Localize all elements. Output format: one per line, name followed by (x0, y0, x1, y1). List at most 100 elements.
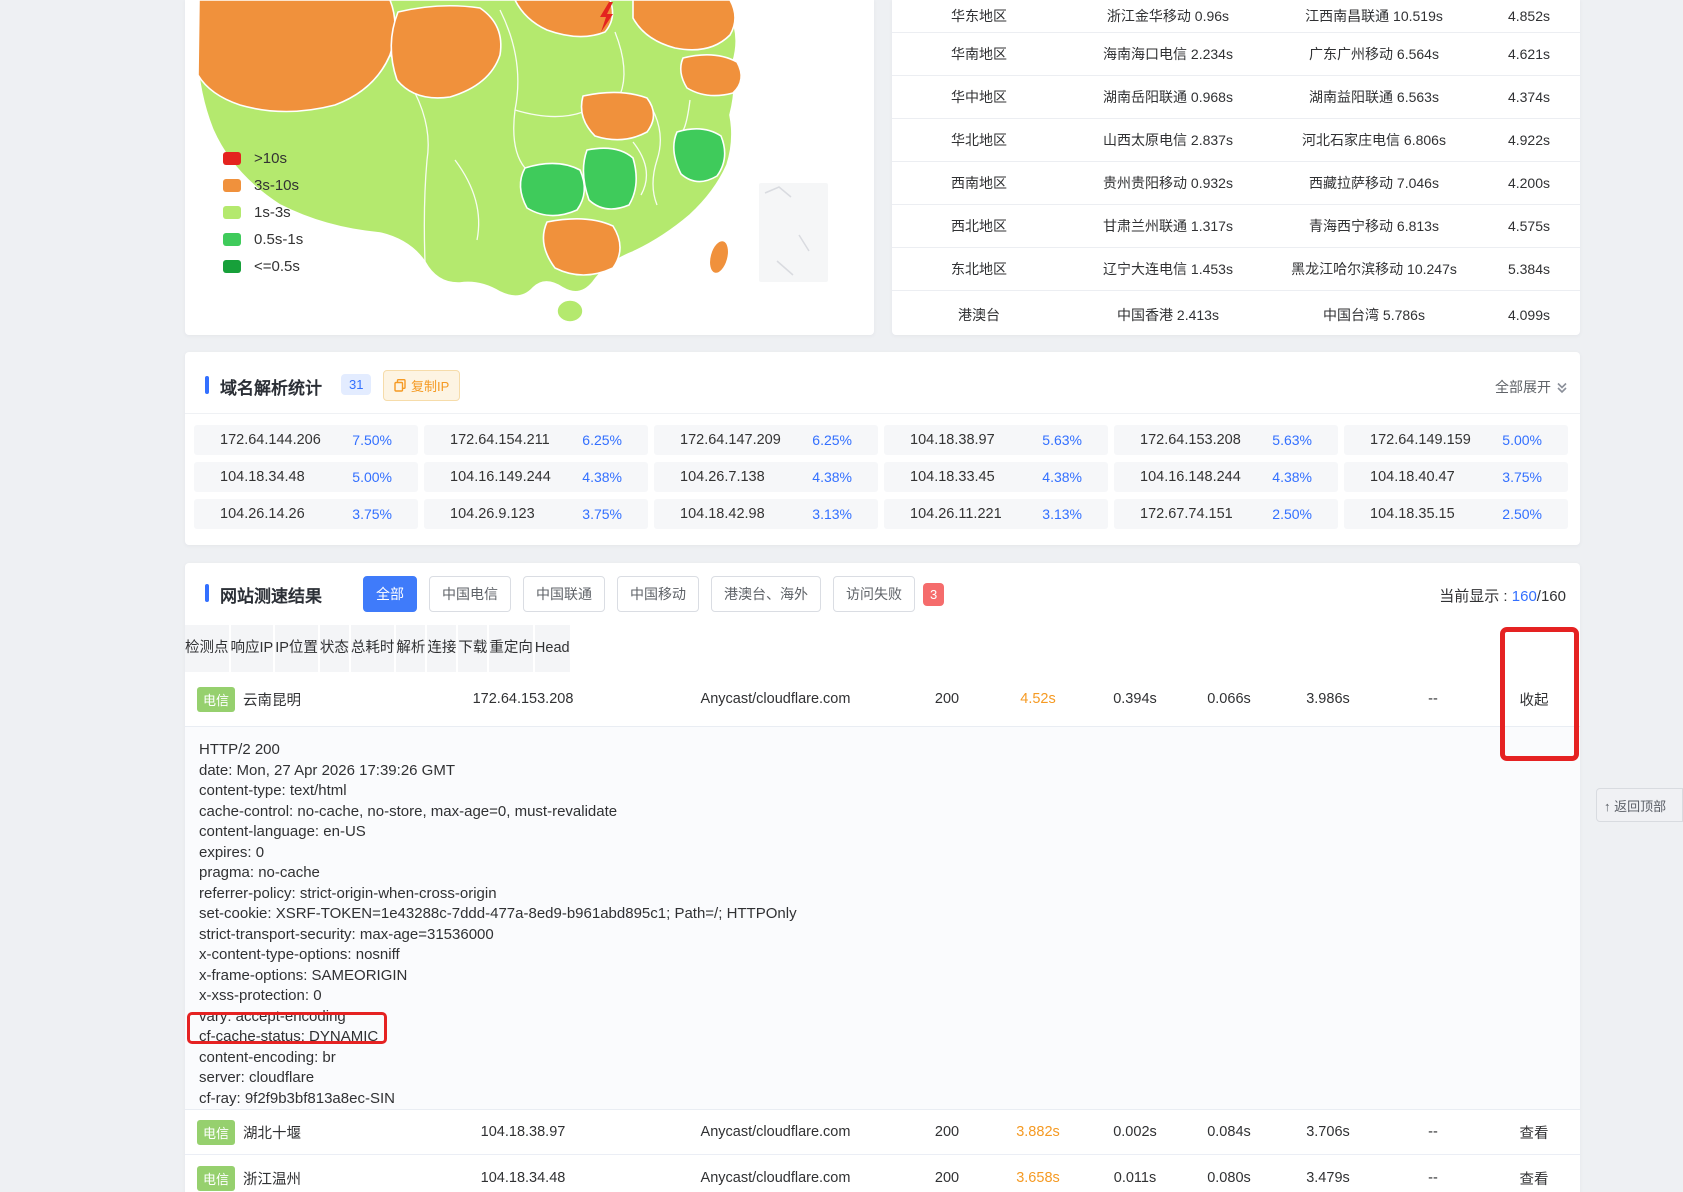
resolved-ip-cell[interactable]: 172.64.154.211 6.25% (424, 425, 648, 455)
http-header-line: vary: accept-encoding (199, 1007, 1580, 1028)
legend-color-chip (223, 233, 241, 246)
ip-address: 104.18.40.47 (1370, 469, 1455, 485)
response-ip: 104.18.34.48 (403, 1170, 643, 1186)
ip-percentage: 4.38% (812, 469, 852, 485)
region-row: 华东地区 浙江金华移动 0.96s 江西南昌联通 10.519s 4.852s (892, 0, 1580, 33)
isp-badge: 电信 (197, 1166, 235, 1191)
region-slowest: 广东广州移动 6.564s (1270, 44, 1478, 64)
ip-address: 104.26.11.221 (910, 506, 1002, 522)
region-row: 东北地区 辽宁大连电信 1.453s 黑龙江哈尔滨移动 10.247s 5.38… (892, 248, 1580, 291)
resolved-ip-cell[interactable]: 104.26.7.138 4.38% (654, 462, 878, 492)
ip-address: 104.18.33.45 (910, 469, 995, 485)
ip-address: 104.16.149.244 (450, 469, 551, 485)
http-header-line: strict-transport-security: max-age=31536… (199, 925, 1580, 946)
head-view-link[interactable]: 查看 (1488, 1122, 1580, 1143)
resolved-ip-cell[interactable]: 104.26.11.221 3.13% (884, 499, 1108, 529)
http-header-line: cf-ray: 9f2f9b3bf813a8ec-SIN (199, 1089, 1580, 1110)
legend-color-chip (223, 152, 241, 165)
legend-label: >10s (254, 150, 287, 167)
isp-badge: 电信 (197, 1120, 235, 1145)
ip-address: 172.64.153.208 (1140, 432, 1241, 448)
ip-address: 104.18.42.98 (680, 506, 765, 522)
double-chevron-down-icon (1556, 381, 1568, 394)
region-name: 华南地区 (892, 44, 1066, 64)
resolved-ip-cell[interactable]: 172.64.153.208 5.63% (1114, 425, 1338, 455)
tab-china-telecom[interactable]: 中国电信 (429, 576, 511, 612)
divider (185, 413, 1580, 414)
region-name: 港澳台 (892, 305, 1066, 325)
legend-color-chip (223, 179, 241, 192)
http-header-line: set-cookie: XSRF-TOKEN=1e43288c-7ddd-477… (199, 904, 1580, 925)
download-time: 3.706s (1278, 1124, 1378, 1140)
ip-address: 104.16.148.244 (1140, 469, 1241, 485)
ip-percentage: 3.75% (582, 506, 622, 522)
legend-label: 1s-3s (254, 204, 291, 221)
region-average: 4.922s (1478, 132, 1580, 148)
http-header-line: cf-cache-status: DYNAMIC (199, 1027, 1580, 1048)
resolved-ip-cell[interactable]: 104.16.149.244 4.38% (424, 462, 648, 492)
region-slowest: 青海西宁移动 6.813s (1270, 216, 1478, 236)
resolved-ip-cell[interactable]: 172.67.74.151 2.50% (1114, 499, 1338, 529)
region-fastest: 浙江金华移动 0.96s (1066, 6, 1270, 26)
tab-china-mobile[interactable]: 中国移动 (617, 576, 699, 612)
region-fastest: 山西太原电信 2.837s (1066, 130, 1270, 150)
resolved-ip-cell[interactable]: 172.64.149.159 5.00% (1344, 425, 1568, 455)
legend-color-chip (223, 260, 241, 273)
ip-percentage: 2.50% (1502, 506, 1542, 522)
column-header: 解析 (396, 625, 425, 672)
resolved-ip-cell[interactable]: 104.18.33.45 4.38% (884, 462, 1108, 492)
expand-all-link[interactable]: 全部展开 (1495, 377, 1568, 397)
resolved-ip-cell[interactable]: 104.18.42.98 3.13% (654, 499, 878, 529)
connect-time: 0.084s (1182, 1124, 1276, 1140)
failed-count-badge: 3 (923, 583, 944, 606)
legend-label: <=0.5s (254, 258, 300, 275)
ip-percentage: 5.63% (1042, 432, 1082, 448)
region-row: 西北地区 甘肃兰州联通 1.317s 青海西宁移动 6.813s 4.575s (892, 205, 1580, 248)
head-collapse-link[interactable]: 收起 (1488, 689, 1580, 710)
region-row: 华北地区 山西太原电信 2.837s 河北石家庄电信 6.806s 4.922s (892, 119, 1580, 162)
dns-time: 0.394s (1090, 691, 1180, 707)
legend-item: >10s (223, 145, 303, 172)
region-average: 5.384s (1478, 261, 1580, 277)
copy-ip-button[interactable]: 复制IP (383, 370, 460, 401)
download-time: 3.479s (1278, 1170, 1378, 1186)
region-row: 华中地区 湖南岳阳联通 0.968s 湖南益阳联通 6.563s 4.374s (892, 76, 1580, 119)
ip-location: Anycast/cloudflare.com (645, 691, 906, 707)
resolved-ip-cell[interactable]: 104.16.148.244 4.38% (1114, 462, 1338, 492)
ip-address: 104.26.7.138 (680, 469, 765, 485)
ip-percentage: 4.38% (582, 469, 622, 485)
ip-address: 172.64.144.206 (220, 432, 321, 448)
region-name: 华中地区 (892, 87, 1066, 107)
region-fastest: 湖南岳阳联通 0.968s (1066, 87, 1270, 107)
resolved-ip-cell[interactable]: 104.26.14.26 3.75% (194, 499, 418, 529)
http-header-line: content-type: text/html (199, 781, 1580, 802)
region-fastest: 辽宁大连电信 1.453s (1066, 259, 1270, 279)
south-china-sea-inset (759, 183, 828, 282)
ip-percentage: 6.25% (582, 432, 622, 448)
result-row-zhejiang-wenzhou: 电信浙江温州 104.18.34.48 Anycast/cloudflare.c… (185, 1155, 1580, 1192)
tab-overseas[interactable]: 港澳台、海外 (711, 576, 821, 612)
ip-address: 104.18.35.15 (1370, 506, 1455, 522)
status-code: 200 (908, 691, 986, 707)
http-header-line: x-content-type-options: nosniff (199, 945, 1580, 966)
column-header: 响应IP (231, 625, 274, 672)
back-to-top-button[interactable]: ↑ 返回顶部 (1596, 788, 1683, 822)
tab-all[interactable]: 全部 (363, 576, 417, 612)
region-average: 4.575s (1478, 218, 1580, 234)
head-view-link[interactable]: 查看 (1488, 1168, 1580, 1189)
ip-percentage: 5.63% (1272, 432, 1312, 448)
ip-address: 172.64.154.211 (450, 432, 550, 448)
legend-item: 0.5s-1s (223, 226, 303, 253)
resolved-ip-cell[interactable]: 172.64.147.209 6.25% (654, 425, 878, 455)
ip-address: 104.26.9.123 (450, 506, 535, 522)
resolved-ip-cell[interactable]: 104.18.35.15 2.50% (1344, 499, 1568, 529)
resolved-ip-cell[interactable]: 104.26.9.123 3.75% (424, 499, 648, 529)
resolved-ip-cell[interactable]: 104.18.38.97 5.63% (884, 425, 1108, 455)
ip-percentage: 6.25% (812, 432, 852, 448)
tab-failed[interactable]: 访问失败 (833, 576, 915, 612)
tab-china-unicom[interactable]: 中国联通 (523, 576, 605, 612)
resolved-ip-cell[interactable]: 172.64.144.206 7.50% (194, 425, 418, 455)
resolved-ip-cell[interactable]: 104.18.34.48 5.00% (194, 462, 418, 492)
ip-location: Anycast/cloudflare.com (645, 1124, 906, 1140)
resolved-ip-cell[interactable]: 104.18.40.47 3.75% (1344, 462, 1568, 492)
